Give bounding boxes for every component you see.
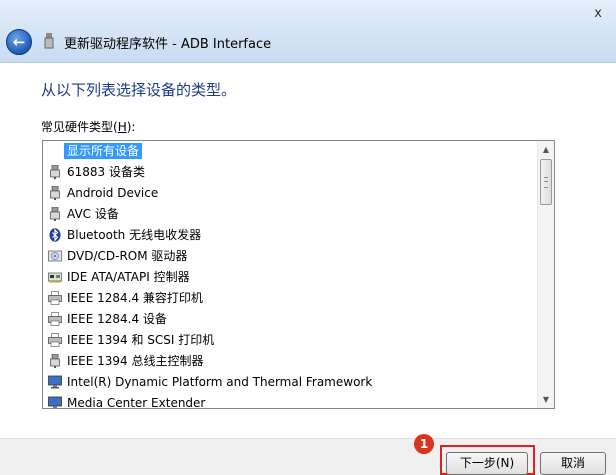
back-arrow-icon[interactable]: ←	[6, 29, 32, 55]
usb-plug-icon	[48, 206, 62, 221]
list-item-label: Intel(R) Dynamic Platform and Thermal Fr…	[67, 375, 373, 389]
list-item[interactable]: Media Center Extender	[43, 393, 537, 409]
disc-drive-icon	[48, 249, 62, 263]
list-item-label: 61883 设备类	[67, 165, 145, 179]
list-item-label: IEEE 1394 总线主控制器	[67, 354, 204, 368]
vertical-scrollbar[interactable]: ▲ ▼	[537, 141, 554, 408]
list-item-label: Media Center Extender	[67, 396, 206, 409]
list-item[interactable]: Intel(R) Dynamic Platform and Thermal Fr…	[43, 372, 537, 393]
list-item[interactable]: Android Device	[43, 183, 537, 204]
list-item-label: IEEE 1284.4 兼容打印机	[67, 291, 203, 305]
list-item-label: AVC 设备	[67, 207, 119, 221]
usb-plug-icon	[48, 164, 62, 179]
printer-icon	[48, 311, 62, 326]
list-item-label: IEEE 1394 和 SCSI 打印机	[67, 333, 215, 347]
window-title-bar: ← 更新驱动程序软件 - ADB Interface x	[0, 0, 616, 63]
next-button[interactable]: 下一步(N)	[446, 452, 528, 475]
usb-plug-icon	[48, 353, 62, 368]
usb-device-icon	[44, 33, 54, 49]
list-item[interactable]: IEEE 1394 总线主控制器	[43, 351, 537, 372]
wizard-footer: 下一步(N) 取消	[0, 438, 616, 475]
list-item[interactable]: 61883 设备类	[43, 162, 537, 183]
list-item[interactable]: IDE ATA/ATAPI 控制器	[43, 267, 537, 288]
hardware-type-list[interactable]: 显示所有设备 61883 设备类 Android Device AVC 设备 Bluet…	[42, 140, 555, 409]
list-item[interactable]: Bluetooth 无线电收发器	[43, 225, 537, 246]
list-item[interactable]: IEEE 1284.4 兼容打印机	[43, 288, 537, 309]
list-item-label: Android Device	[67, 186, 159, 200]
page-heading: 从以下列表选择设备的类型。	[41, 81, 237, 99]
list-item-label: Bluetooth 无线电收发器	[67, 228, 202, 242]
list-item-selected[interactable]: 显示所有设备	[43, 141, 537, 162]
scroll-down-arrow-icon[interactable]: ▼	[538, 391, 554, 408]
list-item[interactable]: AVC 设备	[43, 204, 537, 225]
list-item[interactable]: IEEE 1394 和 SCSI 打印机	[43, 330, 537, 351]
window-title: 更新驱动程序软件 - ADB Interface	[64, 37, 272, 52]
hardware-type-label: 常见硬件类型(H):	[41, 120, 136, 134]
annotation-step-badge: 1	[414, 434, 434, 454]
list-item-label: 显示所有设备	[64, 143, 143, 159]
wizard-content: 从以下列表选择设备的类型。 常见硬件类型(H): 显示所有设备 61883 设备类…	[0, 63, 616, 438]
usb-plug-icon	[48, 185, 62, 200]
controller-card-icon	[48, 270, 62, 284]
cancel-button[interactable]: 取消	[540, 452, 606, 475]
list-item[interactable]: DVD/CD-ROM 驱动器	[43, 246, 537, 267]
bluetooth-icon	[48, 227, 62, 242]
list-item-label: DVD/CD-ROM 驱动器	[67, 249, 188, 263]
scroll-up-arrow-icon[interactable]: ▲	[538, 141, 554, 158]
printer-icon	[48, 332, 62, 347]
monitor-icon	[48, 396, 62, 408]
monitor-icon	[48, 375, 62, 389]
hardware-type-rows: 显示所有设备 61883 设备类 Android Device AVC 设备 Bluet…	[43, 141, 537, 409]
list-item-label: IEEE 1284.4 设备	[67, 312, 167, 326]
close-icon[interactable]: x	[594, 6, 602, 21]
list-item[interactable]: IEEE 1284.4 设备	[43, 309, 537, 330]
grip-icon	[544, 177, 548, 188]
list-item-label: IDE ATA/ATAPI 控制器	[67, 270, 190, 284]
printer-icon	[48, 290, 62, 305]
scroll-thumb[interactable]	[540, 159, 552, 205]
